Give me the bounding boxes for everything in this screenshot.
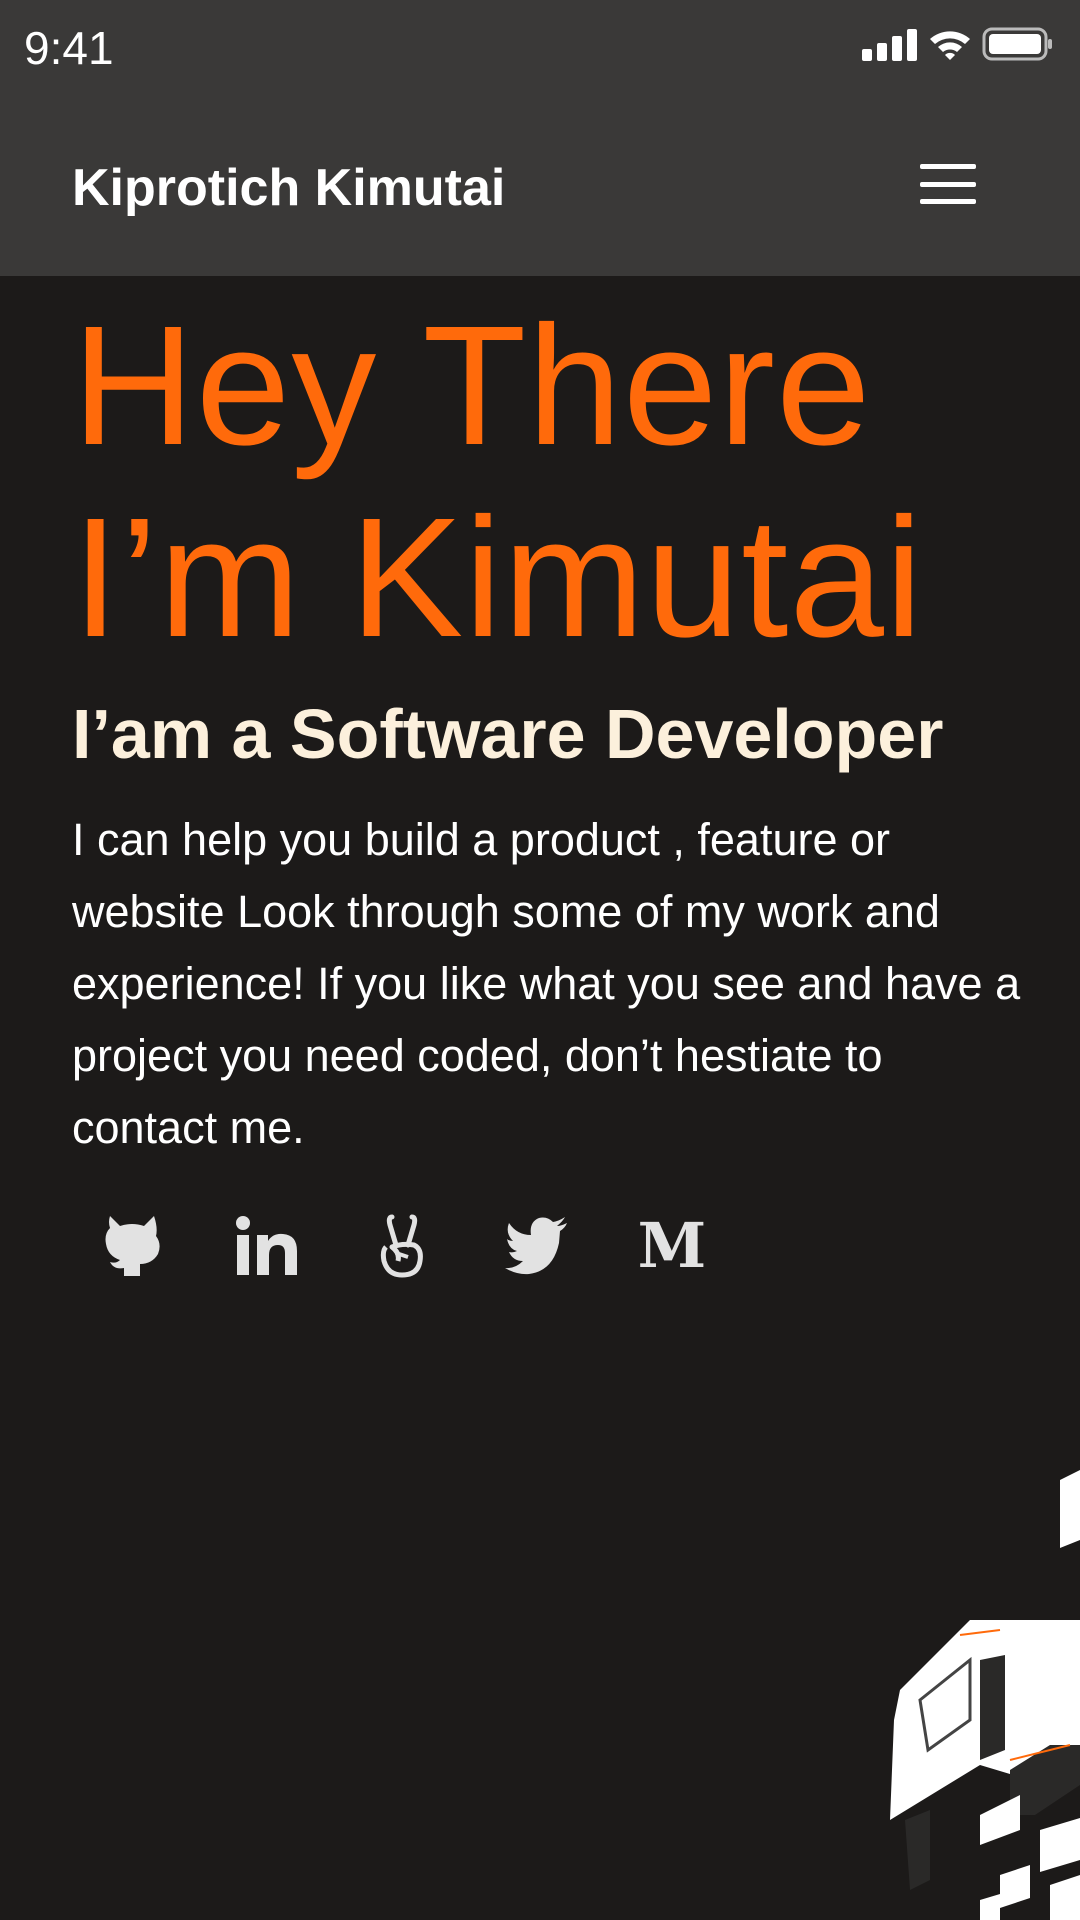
github-link[interactable] bbox=[92, 1208, 172, 1284]
angellist-link[interactable] bbox=[362, 1208, 442, 1284]
github-icon bbox=[102, 1214, 162, 1278]
status-time: 9:41 bbox=[24, 22, 114, 74]
portfolio-screen: 9:41 Kiprotich Kimutai Hey There I’m Kim… bbox=[0, 0, 1080, 1920]
hero-description: I can help you build a product , feature… bbox=[72, 814, 1021, 1153]
battery-icon bbox=[982, 27, 1054, 66]
hero-title-line-1: Hey There bbox=[72, 291, 872, 481]
menu-line bbox=[920, 199, 976, 204]
signal-icon bbox=[862, 29, 918, 66]
hero-title-line-2: I’m Kimutai bbox=[72, 483, 924, 673]
hero-subtitle: I’am a Software Developer bbox=[72, 695, 944, 773]
app-header: Kiprotich Kimutai bbox=[0, 100, 1080, 276]
menu-line bbox=[920, 181, 976, 187]
medium-icon: M bbox=[637, 1209, 707, 1282]
status-icons bbox=[862, 27, 1054, 66]
linkedin-icon bbox=[235, 1215, 299, 1277]
social-links: M bbox=[92, 1208, 767, 1284]
hamburger-menu-icon[interactable] bbox=[912, 158, 984, 210]
twitter-icon bbox=[505, 1217, 569, 1275]
twitter-link[interactable] bbox=[497, 1208, 577, 1284]
hero-title: Hey There I’m Kimutai bbox=[72, 290, 1032, 674]
menu-line bbox=[920, 164, 976, 169]
brand-name[interactable]: Kiprotich Kimutai bbox=[72, 158, 505, 218]
angellist-icon bbox=[378, 1213, 426, 1279]
linkedin-link[interactable] bbox=[227, 1208, 307, 1284]
decorative-art bbox=[860, 1420, 1080, 1920]
wifi-icon bbox=[928, 27, 972, 66]
status-bar: 9:41 bbox=[0, 0, 1080, 100]
medium-link[interactable]: M bbox=[632, 1208, 712, 1284]
